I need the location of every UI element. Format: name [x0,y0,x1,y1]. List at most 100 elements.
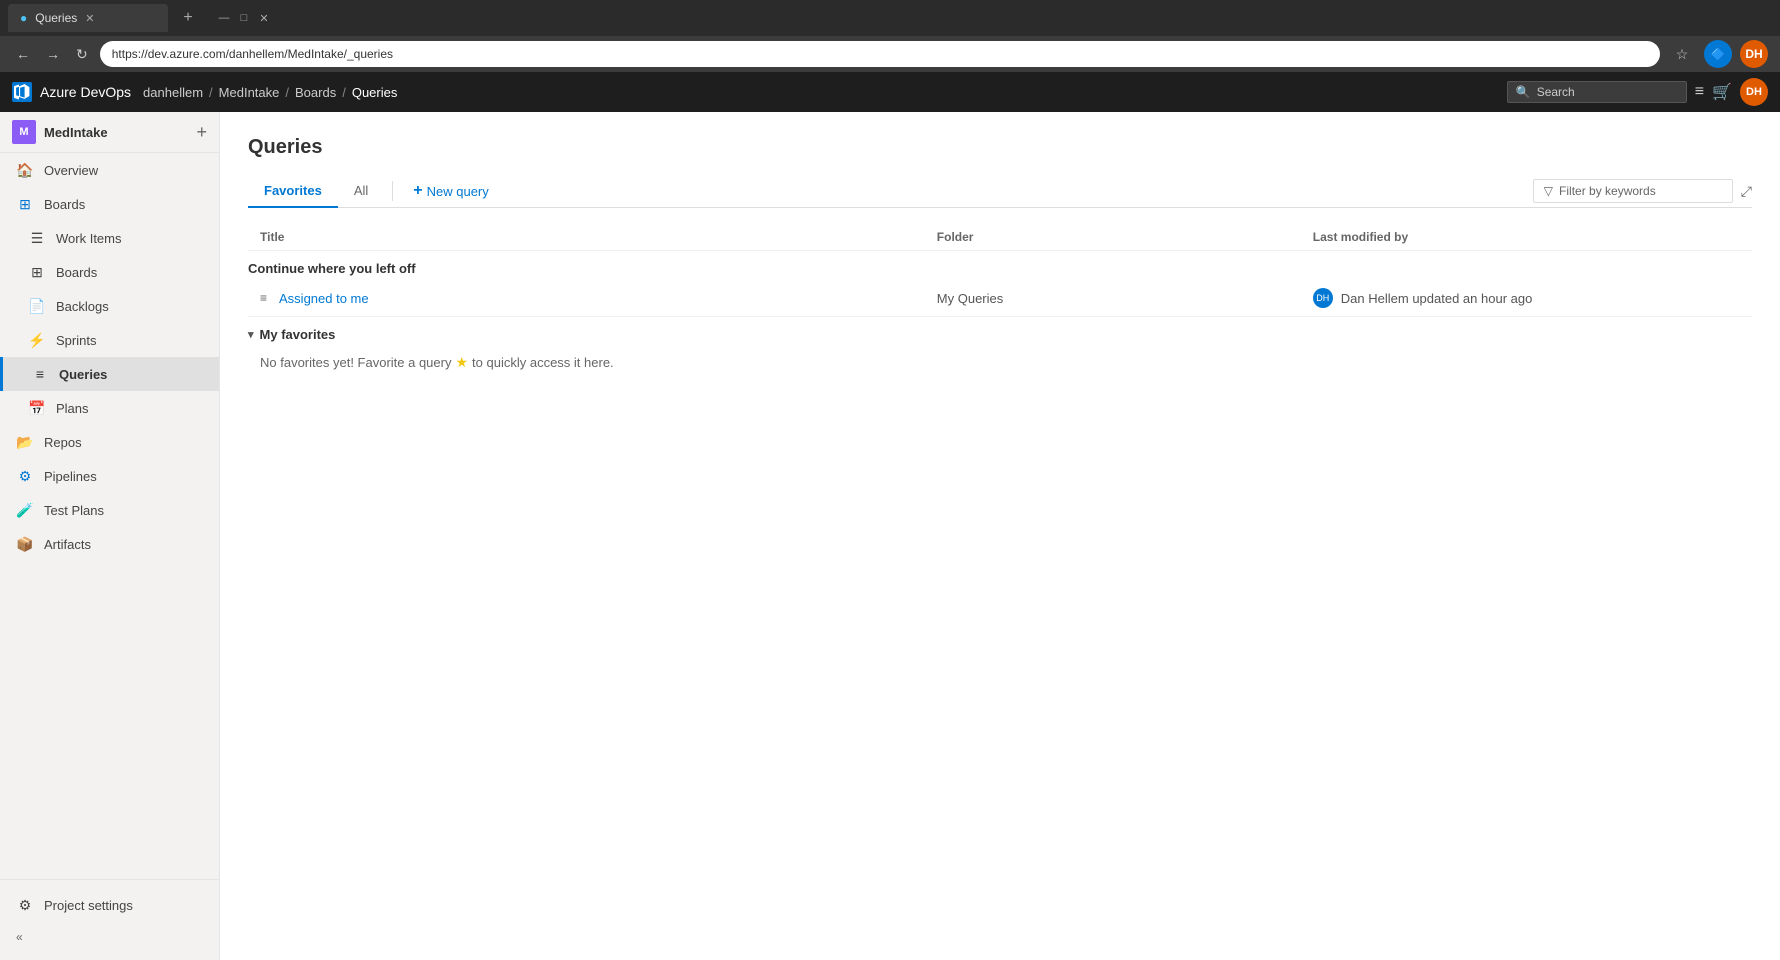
page-title: Queries [248,136,1752,159]
query-title-assigned[interactable]: ≡ Assigned to me [260,291,913,306]
query-folder-assigned: My Queries [937,291,1003,306]
app-title: Azure DevOps [40,84,131,100]
top-bar: Azure DevOps danhellem / MedIntake / Boa… [0,72,1780,112]
basket-icon[interactable]: 🛒 [1712,82,1732,102]
settings-icon: ⚙ [16,896,34,914]
window-minimize-button[interactable]: — [216,10,232,26]
project-info: M MedIntake [12,120,108,144]
sidebar-label-project-settings: Project settings [44,898,203,913]
user-profile-icon[interactable]: DH [1740,40,1768,68]
work-items-icon: ☰ [28,229,46,247]
query-last-modified-assigned: DH Dan Hellem updated an hour ago [1313,288,1740,308]
sidebar-bottom: ⚙ Project settings « [0,879,219,960]
app-logo[interactable]: Azure DevOps [12,82,131,102]
table-row[interactable]: ≡ Assigned to me My Queries DH Dan Helle… [248,280,1752,317]
filter-icon: ▽ [1544,184,1553,198]
new-query-label: New query [427,184,489,199]
backlogs-icon: 📄 [28,297,46,315]
no-favorites-row: No favorites yet! Favorite a query ★ to … [248,346,1752,379]
azure-devops-logo [12,82,32,102]
artifacts-icon: 📦 [16,535,34,553]
forward-button[interactable]: → [42,42,64,66]
filter-placeholder: Filter by keywords [1559,184,1656,198]
breadcrumb: danhellem / MedIntake / Boards / Queries [143,85,1495,100]
breadcrumb-org[interactable]: danhellem [143,85,203,100]
back-button[interactable]: ← [12,42,34,66]
sidebar-item-pipelines[interactable]: ⚙ Pipelines [0,459,219,493]
modifier-avatar: DH [1313,288,1333,308]
tabs-bar: Favorites All + New query ▽ Filter by ke… [248,175,1752,208]
sidebar-label-repos: Repos [44,435,203,450]
section-title-favorites: My favorites [260,327,336,342]
sidebar-item-test-plans[interactable]: 🧪 Test Plans [0,493,219,527]
sidebar-item-boards-group[interactable]: ⊞ Boards [0,187,219,221]
sidebar-item-queries[interactable]: ≡ Queries [0,357,219,391]
tab-divider [392,181,393,201]
top-bar-right: 🔍 Search ≡ 🛒 DH [1507,78,1768,106]
pipelines-icon: ⚙ [16,467,34,485]
collections-icon[interactable]: ≡ [1695,83,1704,101]
breadcrumb-boards[interactable]: Boards [295,85,336,100]
sidebar-item-backlogs[interactable]: 📄 Backlogs [0,289,219,323]
repos-icon: 📂 [16,433,34,451]
sidebar-label-boards-group: Boards [44,197,203,212]
sidebar-label-backlogs: Backlogs [56,299,203,314]
collapse-icon: « [16,930,23,944]
sidebar-label-boards: Boards [56,265,203,280]
browser-controls: ← → ↻ ☆ 🔷 DH [0,36,1780,72]
col-folder: Folder [925,224,1301,251]
browser-chrome: ● Queries ✕ + — □ ✕ [0,0,1780,36]
sidebar-label-plans: Plans [56,401,203,416]
sidebar-item-plans[interactable]: 📅 Plans [0,391,219,425]
sidebar-label-test-plans: Test Plans [44,503,203,518]
sidebar-label-sprints: Sprints [56,333,203,348]
new-query-button[interactable]: + New query [401,176,500,206]
sidebar-collapse-button[interactable]: « [0,922,219,952]
add-project-button[interactable]: + [196,122,207,143]
no-favorites-suffix: to quickly access it here. [472,355,614,370]
sidebar-item-project-settings[interactable]: ⚙ Project settings [0,888,219,922]
sidebar-item-repos[interactable]: 📂 Repos [0,425,219,459]
browser-tab[interactable]: ● Queries ✕ [8,4,168,32]
window-maximize-button[interactable]: □ [236,10,252,26]
last-modified-text: Dan Hellem updated an hour ago [1341,291,1533,306]
bookmark-icon[interactable]: ☆ [1668,40,1696,68]
global-search[interactable]: 🔍 Search [1507,81,1687,103]
filter-keywords-input[interactable]: ▽ Filter by keywords [1533,179,1733,203]
section-collapse-favorites[interactable]: ▾ [248,328,254,341]
sidebar-item-work-items[interactable]: ☰ Work Items [0,221,219,255]
tab-all[interactable]: All [338,175,384,208]
window-controls: — □ ✕ [216,10,272,26]
overview-icon: 🏠 [16,161,34,179]
section-header-continue: Continue where you left off [248,251,1752,280]
sidebar-item-artifacts[interactable]: 📦 Artifacts [0,527,219,561]
expand-icon[interactable]: ⤢ [1741,183,1752,200]
sidebar-item-sprints[interactable]: ⚡ Sprints [0,323,219,357]
breadcrumb-project[interactable]: MedIntake [219,85,280,100]
tab-favicon: ● [20,11,27,25]
breadcrumb-current: Queries [352,85,398,100]
search-placeholder: Search [1537,85,1575,99]
col-title: Title [248,224,925,251]
window-close-button[interactable]: ✕ [256,10,272,26]
refresh-button[interactable]: ↻ [72,42,92,67]
sidebar-item-overview[interactable]: 🏠 Overview [0,153,219,187]
tab-favorites[interactable]: Favorites [248,175,338,208]
url-bar[interactable] [100,41,1660,67]
sidebar-item-boards[interactable]: ⊞ Boards [0,255,219,289]
tab-close-button[interactable]: ✕ [85,12,94,25]
query-table: Title Folder Last modified by Continue w… [248,224,1752,379]
sidebar-label-pipelines: Pipelines [44,469,203,484]
section-my-favorites: ▾ My favorites [248,317,1752,347]
section-continue: Continue where you left off [248,251,1752,281]
new-tab-button[interactable]: + [176,6,200,30]
extension-icon[interactable]: 🔷 [1704,40,1732,68]
project-avatar: M [12,120,36,144]
query-name-assigned: Assigned to me [279,291,369,306]
section-title-continue: Continue where you left off [248,261,416,276]
search-icon: 🔍 [1516,85,1531,99]
user-avatar[interactable]: DH [1740,78,1768,106]
sidebar: M MedIntake + 🏠 Overview ⊞ Boards ☰ Work… [0,112,220,960]
sprints-icon: ⚡ [28,331,46,349]
app: Azure DevOps danhellem / MedIntake / Boa… [0,72,1780,960]
